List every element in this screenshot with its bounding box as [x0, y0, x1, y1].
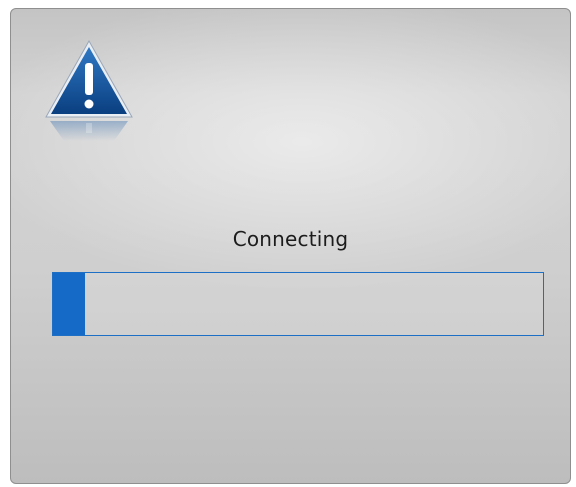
warning-icon [44, 39, 134, 149]
status-label: Connecting [232, 227, 349, 251]
connecting-dialog: Connecting [10, 8, 571, 484]
progress-fill [53, 273, 85, 335]
progress-bar [52, 272, 544, 336]
